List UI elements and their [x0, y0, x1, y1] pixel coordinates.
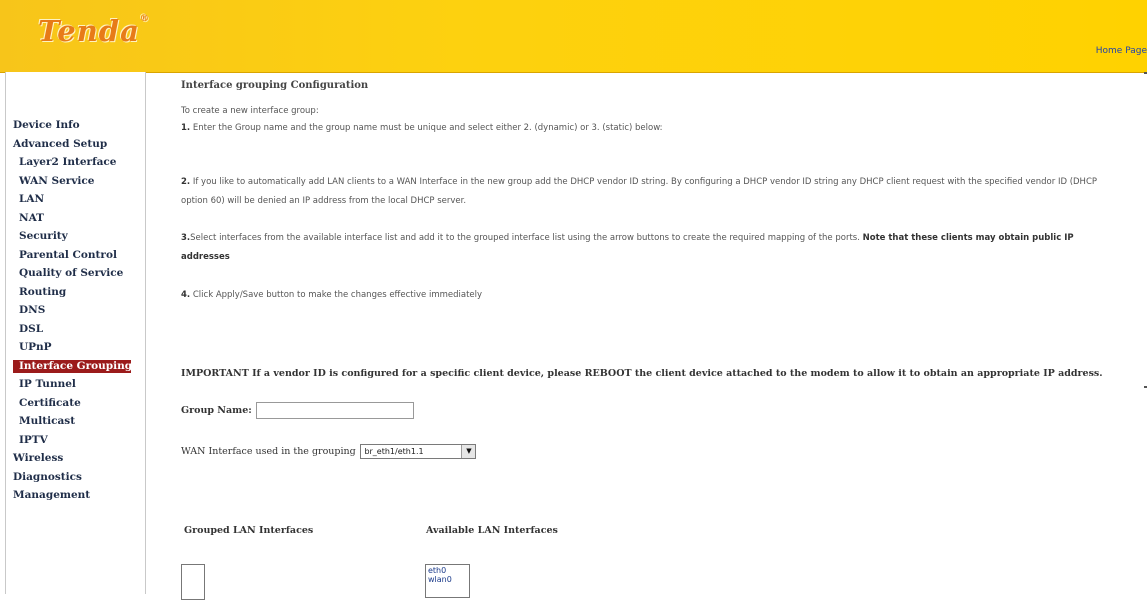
dropdown-arrow-icon[interactable]: ▼	[461, 445, 476, 458]
sidebar-item-dsl[interactable]: DSL	[6, 320, 145, 339]
sidebar-item-wan-service[interactable]: WAN Service	[6, 172, 145, 191]
sidebar-item-device-info[interactable]: Device Info	[6, 116, 145, 135]
sidebar-item-wireless[interactable]: Wireless	[6, 449, 145, 468]
sidebar-item-parental-control[interactable]: Parental Control	[6, 246, 145, 265]
sidebar-item-certificate[interactable]: Certificate	[6, 394, 145, 413]
sidebar-nav: Device Info Advanced Setup Layer2 Interfac…	[6, 116, 145, 505]
step-3: 3.Select interfaces from the available i…	[181, 233, 1074, 262]
sidebar-item-dns[interactable]: DNS	[6, 301, 145, 320]
main-content: Interface grouping Configuration To crea…	[181, 72, 1131, 600]
sidebar-menu: Device Info Advanced Setup Layer2 Interfac…	[5, 72, 146, 594]
step-1: 1. Enter the Group name and the group na…	[181, 123, 663, 133]
page-title: Interface grouping Configuration	[181, 80, 369, 91]
sidebar-item-iptv[interactable]: IPTV	[6, 431, 145, 450]
wan-interface-select[interactable]: br_eth1/eth1.1 ▼	[360, 444, 477, 459]
sidebar-item-advanced-setup[interactable]: Advanced Setup	[6, 135, 145, 154]
sidebar-item-routing[interactable]: Routing	[6, 283, 145, 302]
wan-interface-value: br_eth1/eth1.1	[364, 447, 424, 456]
step-2: 2. If you like to automatically add LAN …	[181, 177, 1098, 206]
sidebar-item-multicast[interactable]: Multicast	[6, 412, 145, 431]
grouped-lan-listbox[interactable]	[181, 564, 205, 600]
sidebar-item-upnp[interactable]: UPnP	[6, 338, 145, 357]
home-page-link[interactable]: Home Page	[1096, 46, 1147, 56]
step-4: 4. Click Apply/Save button to make the c…	[181, 290, 483, 300]
sidebar-item-ip-tunnel[interactable]: IP Tunnel	[6, 375, 145, 394]
sidebar-item-lan[interactable]: LAN	[6, 190, 145, 209]
top-banner: Tenda® Home Page	[0, 0, 1147, 73]
sidebar-item-nat[interactable]: NAT	[6, 209, 145, 228]
sidebar-item-interface-grouping[interactable]: Interface Grouping	[13, 359, 132, 373]
wan-interface-label: WAN Interface used in the grouping	[181, 446, 356, 457]
available-lan-listbox[interactable]: eth0 wlan0	[425, 564, 470, 598]
available-lan-label: Available LAN Interfaces	[426, 525, 558, 536]
list-item[interactable]: eth0	[428, 566, 469, 575]
sidebar-item-diagnostics[interactable]: Diagnostics	[6, 468, 145, 487]
sidebar-item-quality-of-service[interactable]: Quality of Service	[6, 264, 145, 283]
group-name-input[interactable]	[256, 402, 415, 419]
wan-interface-row: WAN Interface used in the grouping br_et…	[181, 444, 477, 459]
sidebar-item-management[interactable]: Management	[6, 486, 145, 505]
grouped-lan-label: Grouped LAN Interfaces	[184, 525, 314, 536]
important-note: IMPORTANT If a vendor ID is configured f…	[181, 368, 1103, 379]
tenda-logo: Tenda®	[38, 14, 150, 48]
sidebar-item-layer2-interface[interactable]: Layer2 Interface	[6, 153, 145, 172]
list-item[interactable]: wlan0	[428, 575, 469, 584]
group-name-row: Group Name:	[181, 402, 415, 419]
sidebar-item-security[interactable]: Security	[6, 227, 145, 246]
registered-mark: ®	[139, 14, 150, 24]
group-name-label: Group Name:	[181, 405, 252, 416]
